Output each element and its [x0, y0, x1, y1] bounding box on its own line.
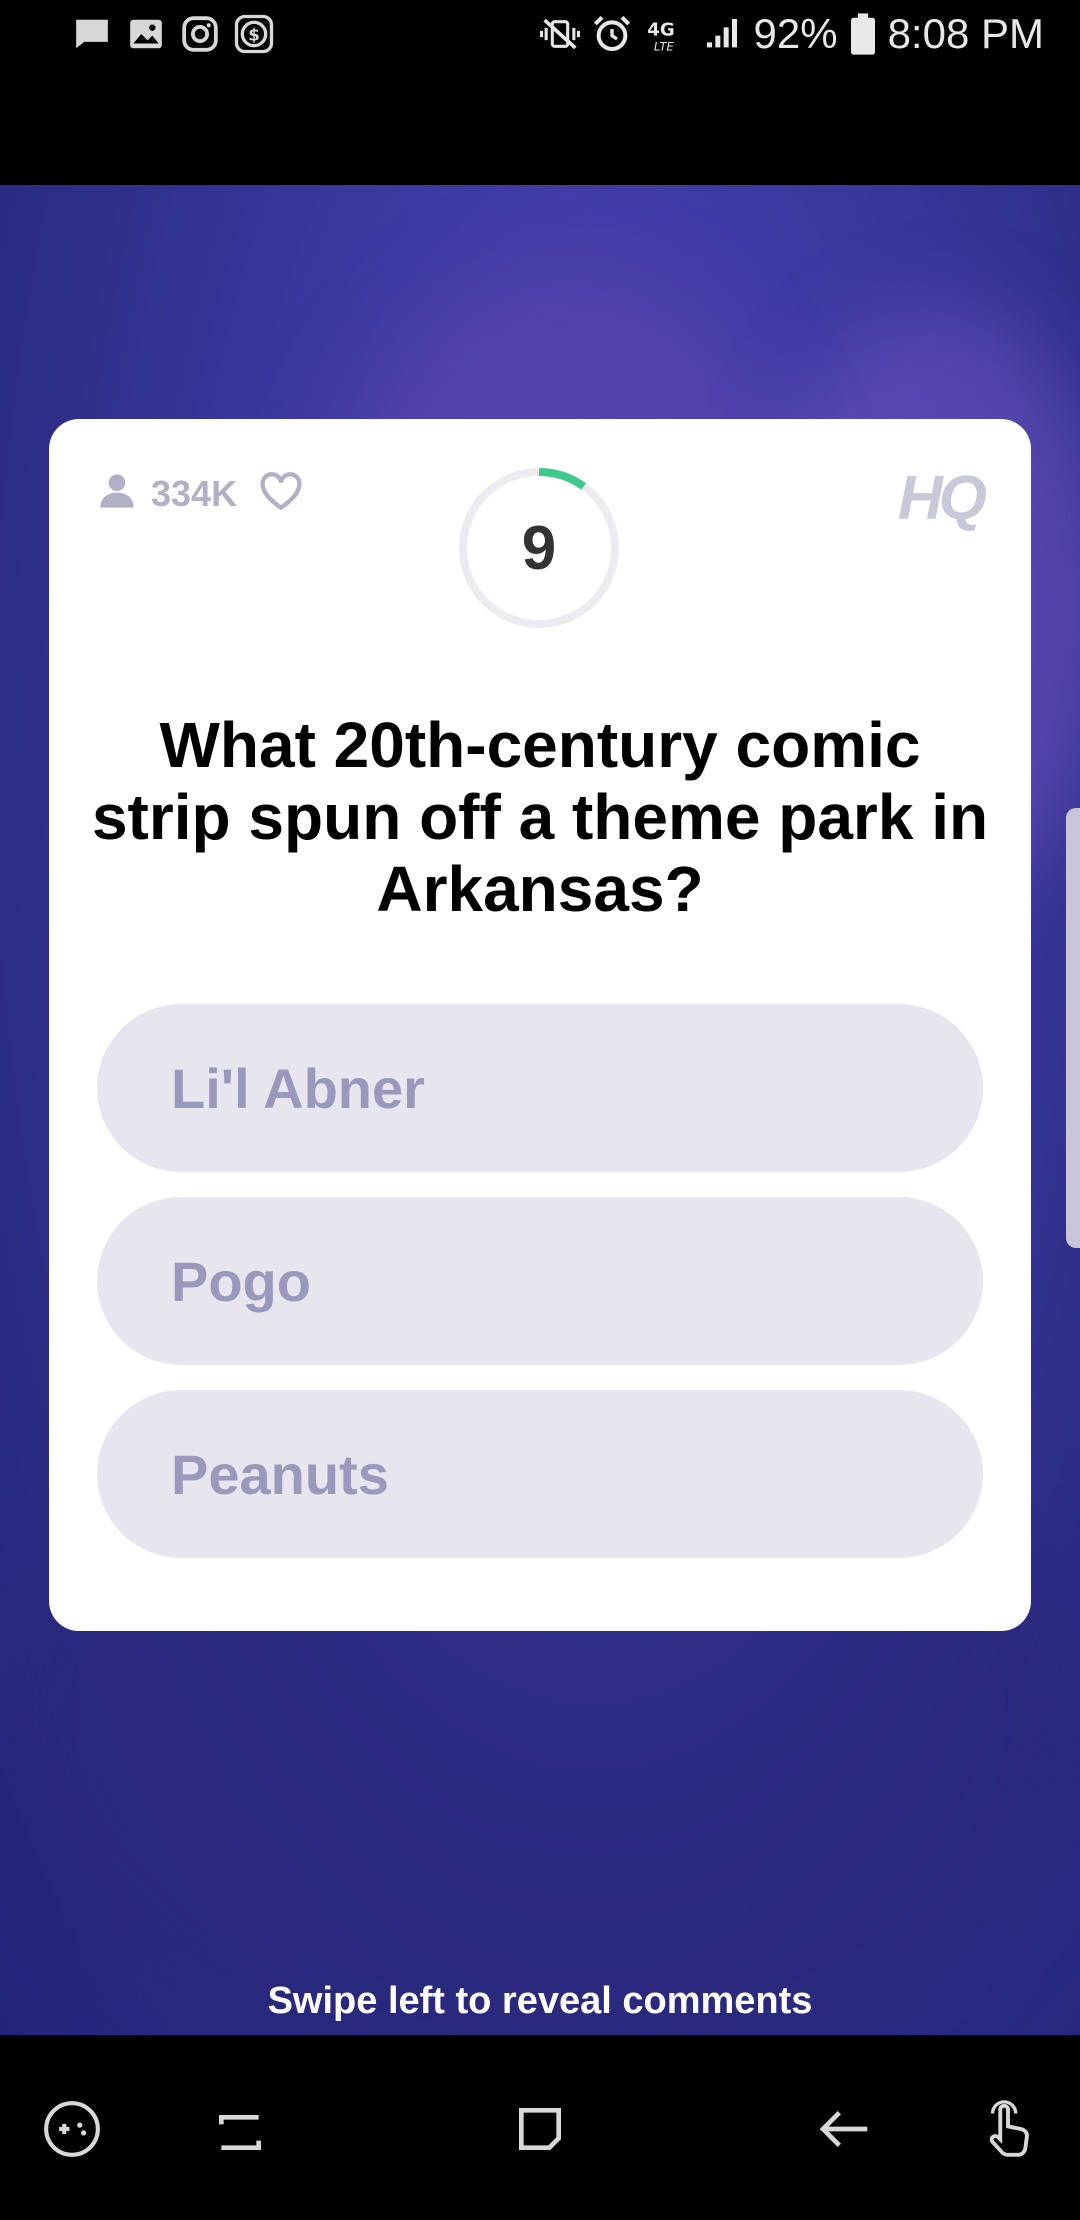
instagram-icon [180, 14, 220, 54]
answer-option-3[interactable]: Peanuts [97, 1390, 983, 1558]
system-status: 4G LTE 92% 8:08 PM [539, 10, 1044, 58]
cash-icon: $ [234, 14, 274, 54]
game-tools-icon[interactable] [36, 2093, 108, 2165]
recent-apps-icon[interactable] [204, 2093, 276, 2165]
question-text: What 20th-century comic strip spun off a… [91, 709, 989, 925]
user-icon [97, 471, 137, 516]
question-card: 334K 9 HQ What 20th-century comic strip … [49, 419, 1031, 1631]
clock: 8:08 PM [887, 10, 1044, 57]
status-bar: $ 4G LTE 92% 8:08 PM [0, 0, 1080, 185]
vibrate-icon [539, 14, 580, 54]
battery-icon [850, 13, 876, 55]
image-icon [126, 14, 166, 54]
battery-percent: 92% [753, 10, 838, 57]
answer-label: Li'l Abner [171, 1056, 425, 1120]
gesture-icon[interactable] [972, 2093, 1044, 2165]
swipe-hint: Swipe left to reveal comments [267, 1980, 813, 2022]
svg-text:LTE: LTE [653, 39, 674, 53]
viewers-value: 334K [151, 472, 238, 514]
signal-icon [702, 14, 742, 54]
svg-text:$: $ [248, 26, 260, 45]
hq-logo: HQ [898, 464, 987, 533]
alarm-icon [592, 14, 632, 54]
lte-icon: 4G LTE [644, 14, 690, 54]
home-icon[interactable] [504, 2093, 576, 2165]
back-icon[interactable] [808, 2093, 880, 2165]
notification-icons: $ [72, 14, 274, 54]
answer-label: Pogo [171, 1249, 311, 1313]
answer-label: Peanuts [171, 1442, 389, 1506]
message-icon [72, 14, 112, 54]
countdown-timer: 9 [458, 467, 620, 629]
timer-value: 9 [521, 513, 557, 583]
answer-option-2[interactable]: Pogo [97, 1197, 983, 1365]
comments-drawer-handle[interactable] [1066, 808, 1080, 1248]
answer-option-1[interactable]: Li'l Abner [97, 1004, 983, 1172]
viewer-count: 334K [97, 471, 303, 516]
svg-text:4G: 4G [647, 20, 674, 41]
heart-icon[interactable] [259, 471, 303, 516]
navigation-bar [0, 2035, 1080, 2220]
video-stage[interactable]: 334K 9 HQ What 20th-century comic strip … [0, 185, 1080, 2035]
